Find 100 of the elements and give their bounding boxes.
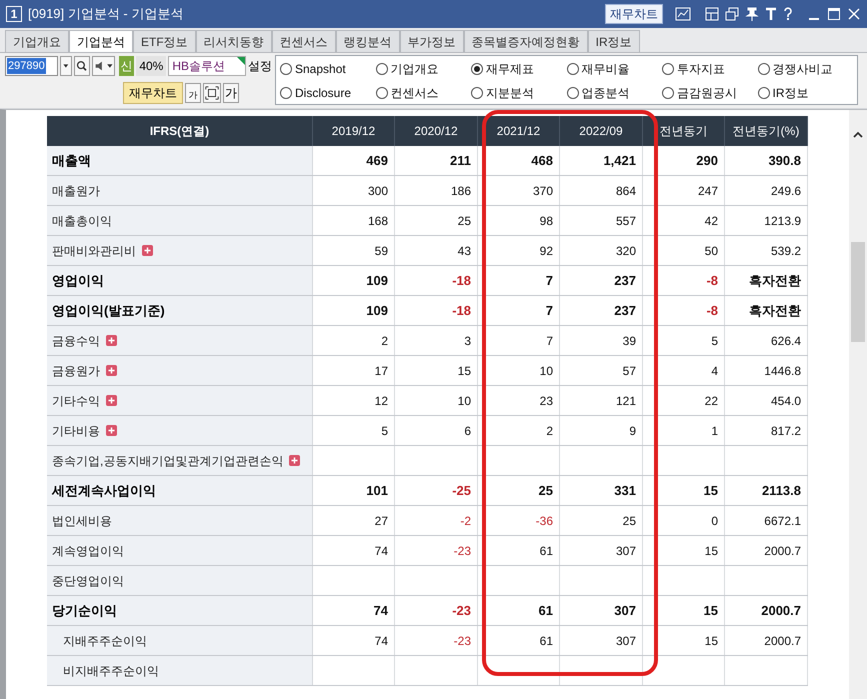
value-cell-text: 469 <box>366 152 388 170</box>
stock-code-field[interactable]: 297890 <box>5 56 58 76</box>
value-cell-text: 15 <box>704 542 718 560</box>
search-icon[interactable] <box>74 56 90 76</box>
value-cell-text: -8 <box>706 302 718 320</box>
value-cell-text: 390.8 <box>768 152 801 170</box>
value-cell-text: 1 <box>711 422 718 440</box>
radio-label[interactable]: Snapshot <box>295 60 346 78</box>
radio-button[interactable] <box>758 87 770 99</box>
radio-button[interactable] <box>376 63 388 75</box>
value-cell-text: 168 <box>368 212 388 230</box>
font-size-button[interactable]: 가 <box>223 83 239 103</box>
row-label: 당기순이익 <box>52 602 117 620</box>
radio-label[interactable]: 투자지표 <box>677 60 725 78</box>
help-icon[interactable] <box>783 7 793 21</box>
value-cell-text: 1446.8 <box>764 362 801 380</box>
speaker-icon[interactable] <box>92 56 115 76</box>
tab[interactable]: 컨센서스 <box>272 30 336 52</box>
radio-button[interactable] <box>566 87 578 99</box>
radio-label[interactable]: 재무비율 <box>582 60 630 78</box>
value-cell-text: -25 <box>452 482 471 500</box>
value-cell-text: 27 <box>374 512 388 530</box>
value-cell-text: 1,421 <box>603 152 636 170</box>
expand-icon[interactable] <box>142 245 153 256</box>
fit-icon[interactable] <box>203 83 221 103</box>
radio-label[interactable]: 업종분석 <box>582 84 630 102</box>
scrollbar[interactable] <box>849 110 867 699</box>
windows-icon[interactable] <box>725 7 739 21</box>
value-cell-text: 25 <box>458 212 471 230</box>
chart-icon[interactable] <box>675 7 691 21</box>
radio-label[interactable]: 경쟁사비교 <box>772 60 832 78</box>
row-label: 매출액 <box>52 152 91 170</box>
row-label: 지배주주순이익 <box>63 632 147 650</box>
row-label: 기타수익 <box>52 392 100 410</box>
expand-icon[interactable] <box>289 455 300 466</box>
value-cell-text: 2000.7 <box>764 542 801 560</box>
value-cell-text: 74 <box>374 632 388 650</box>
tab[interactable]: ETF정보 <box>133 30 196 52</box>
row-label: 금융원가 <box>52 362 100 380</box>
tab[interactable]: IR정보 <box>588 30 640 52</box>
radio-label[interactable]: 기업개요 <box>390 60 438 78</box>
value-cell-text: 4 <box>711 362 718 380</box>
radio-button[interactable] <box>471 63 483 75</box>
value-cell-text: -36 <box>536 512 553 530</box>
value-cell-text: 864 <box>616 182 636 200</box>
value-cell-text: 6 <box>464 422 471 440</box>
radio-button[interactable] <box>662 63 674 75</box>
scroll-thumb[interactable] <box>851 242 865 342</box>
radio-button[interactable] <box>662 87 674 99</box>
tab[interactable]: 종목별증자예정현황 <box>464 30 588 52</box>
value-cell-text: 300 <box>368 182 388 200</box>
expand-icon[interactable] <box>106 335 117 346</box>
radio-label[interactable]: Disclosure <box>295 84 352 102</box>
row-label: 매출원가 <box>52 182 100 200</box>
tab[interactable]: 기업개요 <box>5 30 69 52</box>
settings-label[interactable]: 설정 <box>248 57 272 75</box>
tab[interactable]: 부가정보 <box>400 30 464 52</box>
value-cell-text: 9 <box>629 422 636 440</box>
value-cell-text: 7 <box>546 332 553 350</box>
new-badge: 신 <box>118 56 134 76</box>
expand-icon[interactable] <box>106 425 117 436</box>
radio-button[interactable] <box>280 63 292 75</box>
expand-icon[interactable] <box>106 365 117 376</box>
tab[interactable]: 리서치동향 <box>196 30 272 52</box>
layout-icon[interactable] <box>705 7 719 21</box>
pin-icon[interactable] <box>745 7 759 21</box>
value-cell-text: 2000.7 <box>761 602 801 620</box>
radio-button[interactable] <box>758 63 770 75</box>
radio-label[interactable]: 컨센서스 <box>390 84 438 102</box>
tab[interactable]: 기업분석 <box>69 30 133 52</box>
chart-button[interactable]: 재무차트 <box>605 4 663 24</box>
value-cell-text: -23 <box>454 632 471 650</box>
value-cell-text: 25 <box>622 512 636 530</box>
font-size-button[interactable]: 가 <box>185 83 201 103</box>
stock-name-field[interactable]: HB솔루션 <box>168 56 246 76</box>
chart-button[interactable]: 재무차트 <box>123 82 183 104</box>
radio-button[interactable] <box>376 87 388 99</box>
tab[interactable]: 랭킹분석 <box>336 30 400 52</box>
radio-label[interactable]: 지분분석 <box>486 84 534 102</box>
radio-button[interactable] <box>280 87 292 99</box>
scroll-up-icon[interactable] <box>852 130 864 140</box>
expand-icon[interactable] <box>106 395 117 406</box>
close-icon[interactable] <box>847 7 861 21</box>
maximize-icon[interactable] <box>827 7 841 21</box>
radio-label[interactable]: 금감원공시 <box>677 84 737 102</box>
value-cell-text: 370 <box>532 182 553 200</box>
value-cell-text: 6672.1 <box>764 512 801 530</box>
radio-label[interactable]: IR정보 <box>772 84 808 102</box>
window-number: 1 <box>6 6 22 22</box>
dropdown-icon[interactable] <box>60 56 72 76</box>
value-cell-text: 43 <box>458 242 471 260</box>
radio-button[interactable] <box>566 63 578 75</box>
value-cell-text: 15 <box>704 602 718 620</box>
value-cell-text: 249.6 <box>770 182 801 200</box>
radio-label[interactable]: 재무제표 <box>486 60 534 78</box>
value-cell-text: 2 <box>546 422 553 440</box>
radio-button[interactable] <box>471 87 483 99</box>
value-cell-text: 121 <box>616 392 636 410</box>
text-icon[interactable] <box>765 7 777 21</box>
row-label: 금융수익 <box>52 332 100 350</box>
